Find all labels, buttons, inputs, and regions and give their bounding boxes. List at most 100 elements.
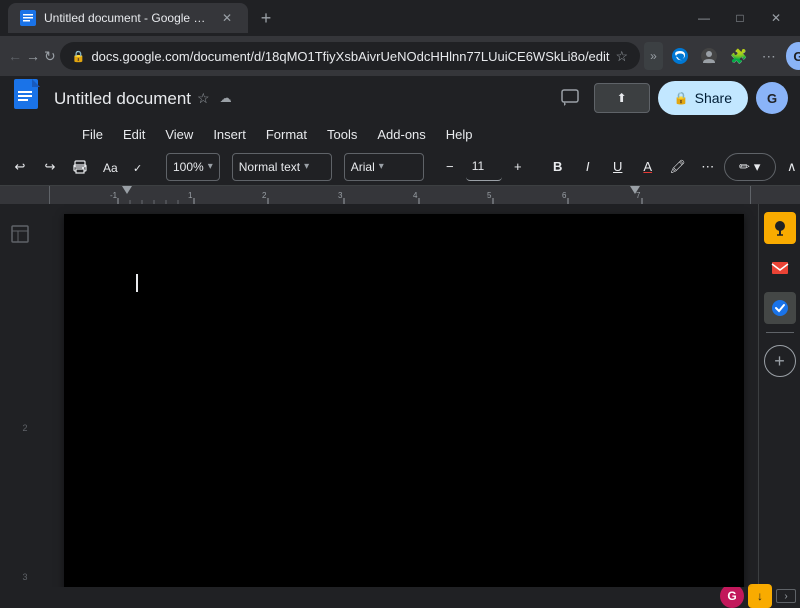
- print-button[interactable]: [66, 153, 94, 181]
- extensions-chevron-icon: »: [650, 49, 657, 63]
- user-initial: G: [793, 49, 800, 64]
- forward-icon: →: [26, 48, 40, 64]
- gmail-icon-btn[interactable]: [764, 252, 796, 284]
- svg-text:4: 4: [413, 191, 418, 200]
- menu-file[interactable]: File: [72, 121, 113, 147]
- menu-insert[interactable]: Insert: [203, 121, 256, 147]
- document-title[interactable]: Untitled document: [54, 90, 191, 107]
- scroll-to-bottom-button[interactable]: ↓: [748, 584, 772, 608]
- star-icon[interactable]: ☆: [197, 91, 210, 105]
- collapse-toolbar-button[interactable]: ∧: [778, 153, 800, 181]
- doc-page[interactable]: [64, 214, 744, 587]
- pen-chevron-icon: ▾: [754, 159, 761, 175]
- maximize-button[interactable]: □: [724, 4, 756, 32]
- user-avatar-btn[interactable]: G: [786, 42, 800, 70]
- italic-icon: I: [586, 159, 590, 174]
- highlight-button[interactable]: 🖍: [664, 153, 692, 181]
- tab-close-button[interactable]: ✕: [218, 9, 236, 27]
- cloud-save-icon: ☁: [220, 92, 232, 104]
- svg-text:Aa: Aa: [103, 161, 118, 175]
- edge-icon-btn[interactable]: [667, 42, 693, 70]
- back-button[interactable]: ←: [8, 42, 22, 70]
- style-dropdown[interactable]: Normal text ▾: [232, 153, 332, 181]
- redo-button[interactable]: ↪: [36, 153, 64, 181]
- bottom-scrollbar: G ↓ ›: [0, 587, 800, 605]
- zoom-dropdown[interactable]: 100% ▾: [166, 153, 220, 181]
- svg-text:2: 2: [262, 191, 267, 200]
- bold-button[interactable]: B: [544, 153, 572, 181]
- lock-icon: 🔒: [72, 50, 86, 63]
- underline-button[interactable]: U: [604, 153, 632, 181]
- bold-icon: B: [553, 159, 562, 174]
- new-tab-button[interactable]: +: [252, 4, 280, 32]
- undo-button[interactable]: ↩: [6, 153, 34, 181]
- font-size-dropdown[interactable]: 11: [466, 153, 502, 181]
- docs-app: Untitled document ☆ ☁ ⬆ 🔒 Share: [0, 76, 800, 605]
- extensions-button[interactable]: 🧩: [726, 42, 752, 70]
- settings-button[interactable]: ⋯: [756, 42, 782, 70]
- address-box[interactable]: 🔒 docs.google.com/document/d/18qMO1TfiyX…: [60, 42, 640, 70]
- ruler: -1 1 2 3 4 5 6 7: [100, 186, 700, 204]
- edge-icon: [671, 47, 689, 65]
- toolbar-right: ✏ ▾ ∧: [724, 153, 800, 181]
- doc-scroll-area[interactable]: [50, 204, 758, 587]
- keep-icon: [771, 219, 789, 237]
- color-button[interactable]: A: [634, 153, 662, 181]
- profile-icon-btn[interactable]: [696, 42, 722, 70]
- active-tab[interactable]: Untitled document - Google Doc... ✕: [8, 3, 248, 33]
- svg-text:✓: ✓: [133, 163, 142, 175]
- greasemonkey-icon-btn[interactable]: G: [720, 584, 744, 608]
- undo-icon: ↩: [15, 159, 26, 175]
- increase-font-button[interactable]: +: [504, 153, 532, 181]
- add-sidebar-button[interactable]: +: [764, 345, 796, 377]
- ellipsis-icon: ⋯: [701, 159, 714, 175]
- paint-format-icon: Aa: [102, 159, 118, 175]
- docs-title-area: Untitled document ☆ ☁: [54, 90, 544, 107]
- svg-text:1: 1: [188, 191, 193, 200]
- menu-tools[interactable]: Tools: [317, 121, 367, 147]
- scroll-right-button[interactable]: ›: [776, 589, 796, 603]
- keep-icon-btn[interactable]: [764, 212, 796, 244]
- pen-color-button[interactable]: ✏ ▾: [724, 153, 776, 181]
- share-button[interactable]: 🔒 Share: [658, 81, 748, 115]
- minimize-button[interactable]: —: [688, 4, 720, 32]
- paint-format-button[interactable]: Aa: [96, 153, 124, 181]
- tab-favicon-icon: [20, 10, 36, 26]
- redo-icon: ↪: [45, 159, 56, 175]
- menu-help[interactable]: Help: [436, 121, 483, 147]
- last-edit-button[interactable]: ⬆: [594, 83, 650, 113]
- profile-icon: [700, 47, 718, 65]
- user-avatar[interactable]: G: [756, 82, 788, 114]
- menu-view[interactable]: View: [155, 121, 203, 147]
- forward-button[interactable]: →: [26, 42, 40, 70]
- extensions-icon-btn[interactable]: »: [644, 42, 663, 70]
- font-size-value: 11: [472, 159, 484, 173]
- menu-edit[interactable]: Edit: [113, 121, 155, 147]
- decrease-font-button[interactable]: −: [436, 153, 464, 181]
- comment-icon: [560, 88, 580, 108]
- more-options-button[interactable]: ⋯: [694, 153, 722, 181]
- text-cursor: [136, 274, 138, 292]
- tab-area: Untitled document - Google Doc... ✕ +: [8, 3, 680, 33]
- font-value: Arial: [351, 160, 375, 174]
- formatting-toolbar: ↩ ↪ Aa ✓ 100% ▾: [0, 148, 800, 186]
- svg-text:-1: -1: [110, 191, 118, 200]
- close-icon: ✕: [771, 11, 781, 25]
- style-value: Normal text: [239, 160, 300, 174]
- svg-text:5: 5: [487, 191, 492, 200]
- italic-button[interactable]: I: [574, 153, 602, 181]
- menu-addons[interactable]: Add-ons: [367, 121, 435, 147]
- comment-icon-btn[interactable]: [554, 82, 586, 114]
- greasemonkey-icon: G: [727, 589, 736, 603]
- line-number-2: 2: [22, 424, 27, 433]
- spell-check-button[interactable]: ✓: [126, 153, 154, 181]
- clock-icon: ⬆: [617, 91, 627, 105]
- font-dropdown[interactable]: Arial ▾: [344, 153, 424, 181]
- collapse-icon: ∧: [787, 159, 797, 175]
- tasks-icon-btn[interactable]: [764, 292, 796, 324]
- refresh-button[interactable]: ↻: [44, 42, 56, 70]
- docs-header-right: ⬆ 🔒 Share G: [554, 81, 788, 115]
- menu-format[interactable]: Format: [256, 121, 317, 147]
- highlight-icon: 🖍: [669, 159, 686, 175]
- close-button[interactable]: ✕: [760, 4, 792, 32]
